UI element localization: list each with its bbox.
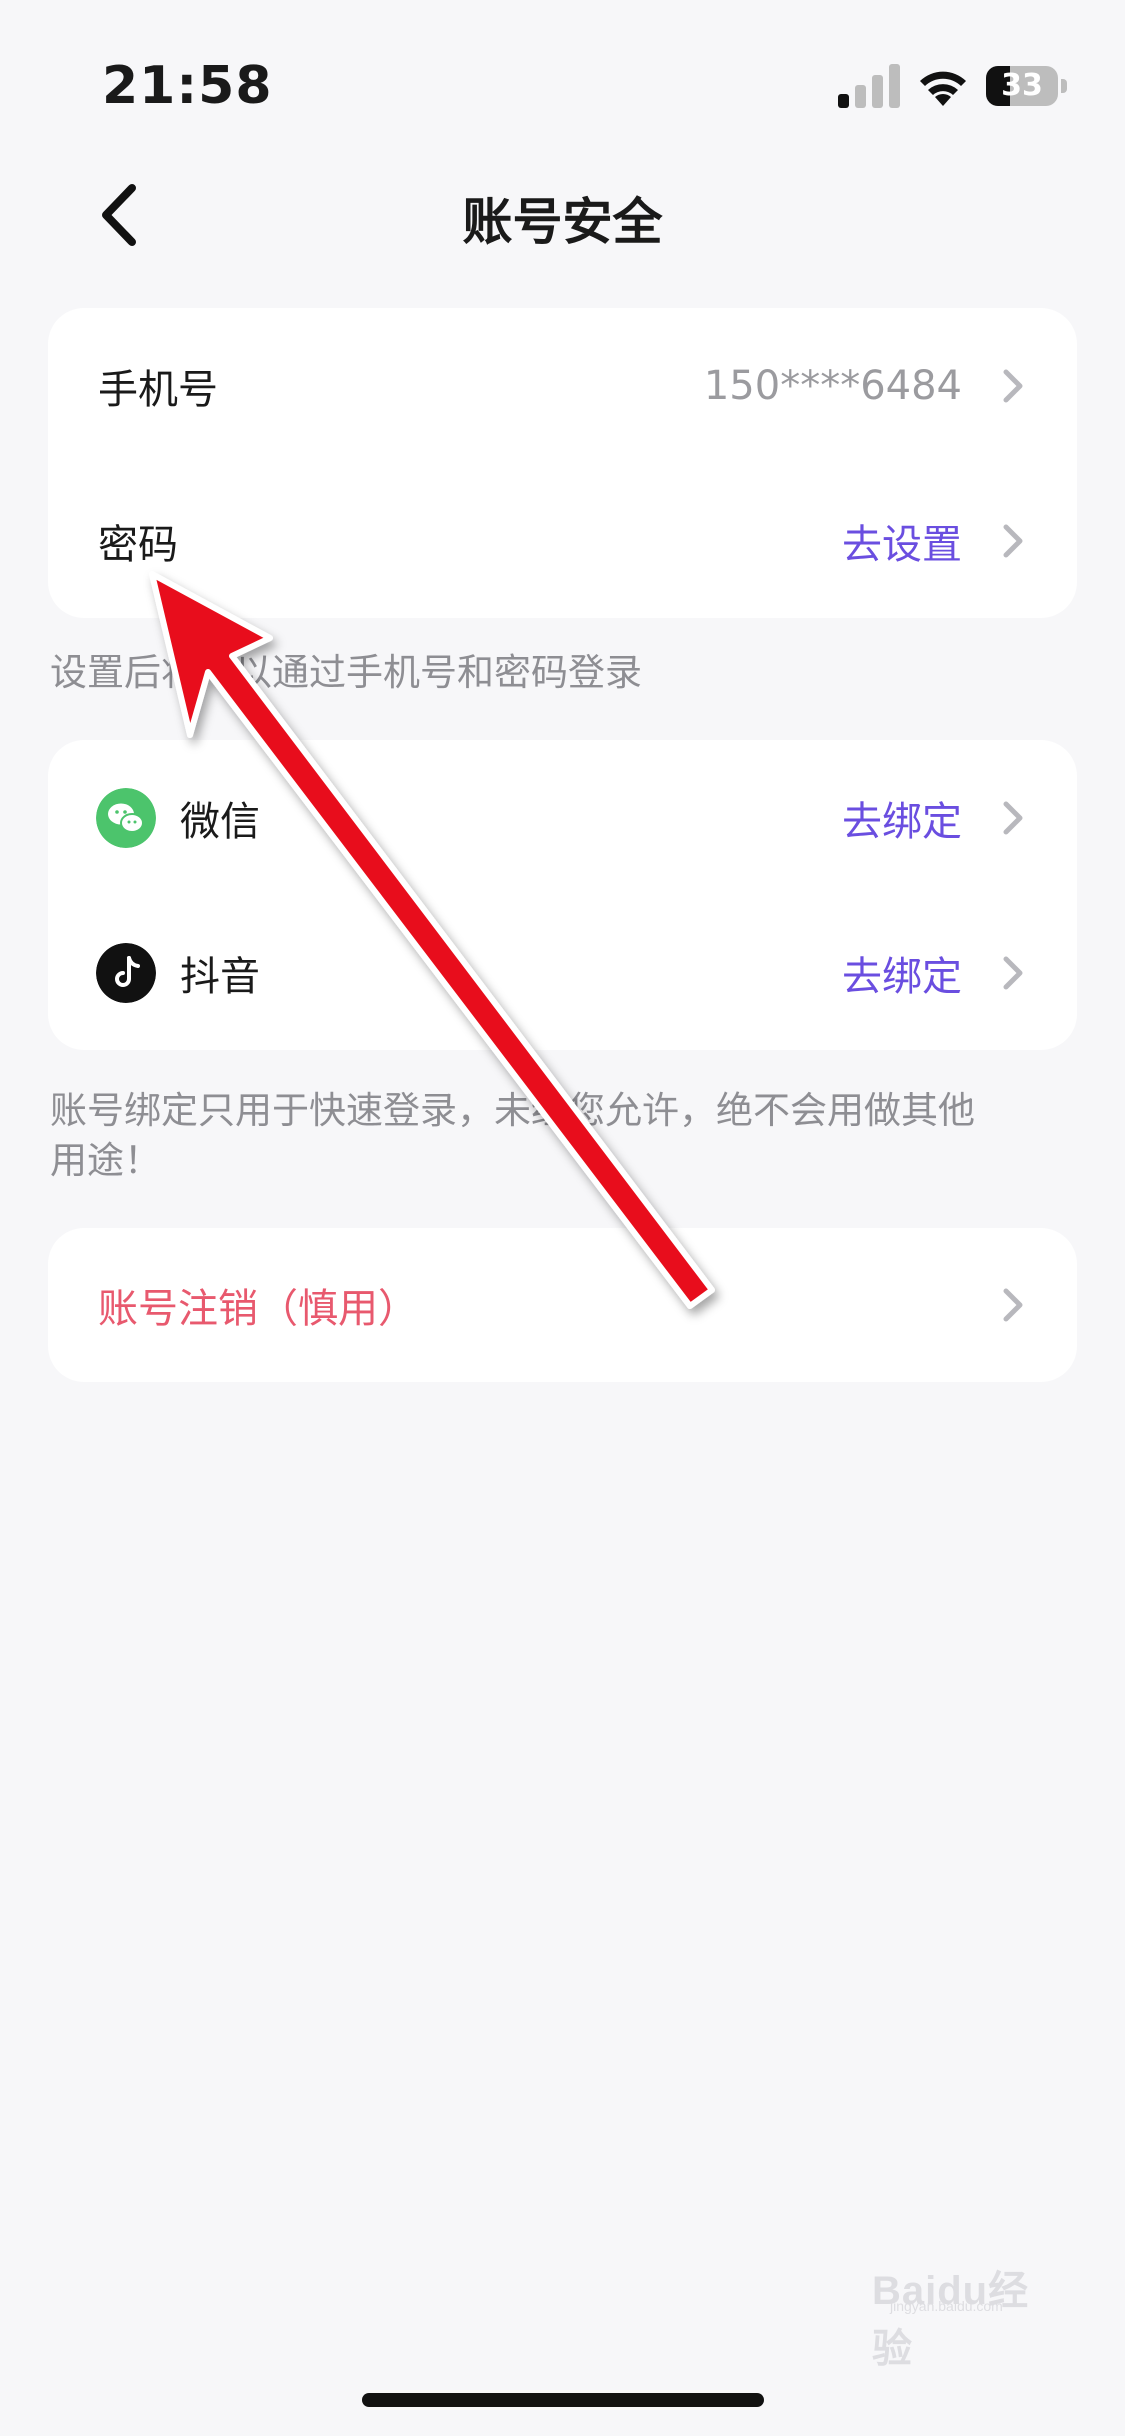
cellular-signal-icon — [838, 64, 900, 108]
phone-label: 手机号 — [98, 366, 218, 413]
wifi-icon — [920, 71, 966, 106]
chevron-right-icon — [1003, 524, 1023, 557]
douyin-row[interactable]: 抖音 去绑定 — [48, 895, 1077, 1050]
binding-note: 账号绑定只用于快速登录，未经您允许，绝不会用做其他用途！ — [50, 1089, 975, 1182]
status-time: 21:58 — [102, 56, 273, 116]
deactivate-account-label: 账号注销（慎用） — [98, 1286, 418, 1332]
password-row[interactable]: 密码 去设置 — [48, 463, 1077, 618]
account-binding-card: 微信 去绑定 抖音 去绑定 — [48, 740, 1077, 1050]
watermark-sub: jingyan.baidu.com — [890, 2298, 1003, 2314]
password-label: 密码 — [98, 521, 178, 568]
home-indicator[interactable] — [362, 2393, 764, 2407]
battery-indicator: 33 — [986, 66, 1068, 106]
wechat-label: 微信 — [180, 798, 260, 845]
phone-value: 150****6484 — [703, 362, 962, 409]
login-settings-card: 手机号 150****6484 密码 去设置 — [48, 308, 1077, 618]
battery-cap — [1061, 79, 1067, 93]
battery-body: 33 — [986, 66, 1058, 106]
page-title: 账号安全 — [462, 193, 663, 251]
set-password-link[interactable]: 去设置 — [842, 512, 962, 570]
deactivate-account-row[interactable]: 账号注销（慎用） — [48, 1228, 1077, 1382]
watermark-text: Baidu经验 — [872, 2269, 1030, 2371]
phone-row[interactable]: 手机号 150****6484 — [48, 308, 1077, 463]
chevron-right-icon — [1003, 1288, 1023, 1322]
deactivate-card: 账号注销（慎用） — [48, 1228, 1077, 1382]
wechat-icon — [96, 787, 156, 848]
nav-bar: 账号安全 — [0, 150, 1125, 280]
login-note: 设置后将可以通过手机号和密码登录 — [50, 651, 642, 694]
status-bar: 21:58 33 — [0, 0, 1125, 150]
wechat-row[interactable]: 微信 去绑定 — [48, 740, 1077, 895]
bind-wechat-link[interactable]: 去绑定 — [842, 789, 962, 847]
bind-douyin-link[interactable]: 去绑定 — [842, 944, 962, 1002]
chevron-right-icon — [1003, 369, 1023, 402]
douyin-icon — [96, 942, 156, 1003]
battery-percent: 33 — [1001, 68, 1043, 103]
chevron-right-icon — [1003, 956, 1023, 989]
baidu-watermark: Baidu经验 jingyan.baidu.com — [862, 2236, 1062, 2371]
douyin-label: 抖音 — [180, 953, 260, 1000]
chevron-right-icon — [1003, 801, 1023, 834]
